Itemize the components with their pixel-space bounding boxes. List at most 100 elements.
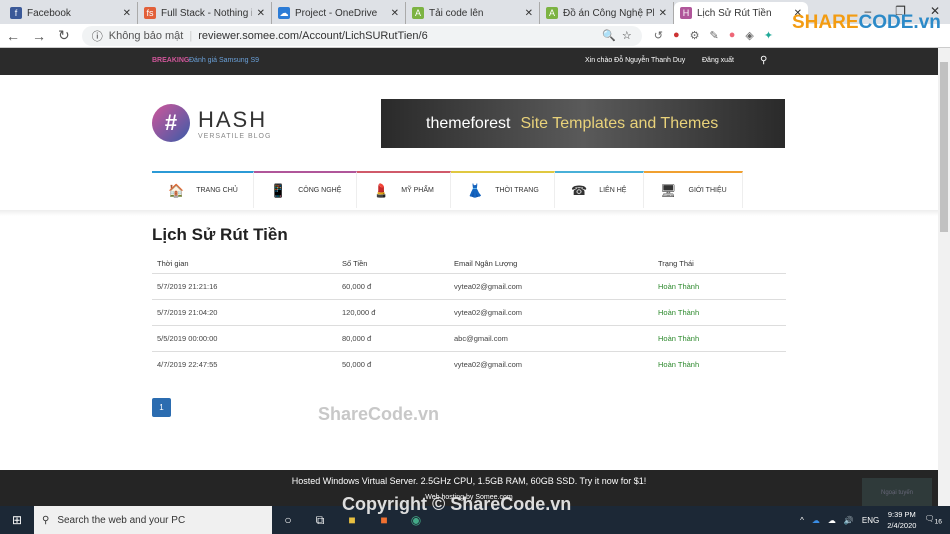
notifications-icon[interactable]: 🗨16 xyxy=(924,514,942,526)
cell-status: Hoàn Thành xyxy=(653,298,786,325)
address-bar[interactable]: ⓘ Không bảo mật | reviewer.somee.com/Acc… xyxy=(81,25,642,46)
scrollbar-thumb[interactable] xyxy=(940,62,948,232)
phone-icon: 📱 xyxy=(270,182,287,198)
lipstick-icon: 💄 xyxy=(373,182,390,198)
browser-tab[interactable]: A Tải code lên ✕ xyxy=(406,2,540,24)
dress-icon: 👗 xyxy=(467,182,484,198)
windows-start-icon[interactable]: ⊞ xyxy=(0,513,34,527)
tab-title: Tải code lên xyxy=(429,7,484,19)
menu-item[interactable]: 🖥 GIỚI THIỆU xyxy=(644,171,743,208)
browser-tab[interactable]: H Lịch Sử Rút Tiền ✕ xyxy=(674,2,808,24)
cell-email: vytea02@gmail.com xyxy=(449,298,653,325)
pagination-page-1[interactable]: 1 xyxy=(152,398,171,417)
extension-icon[interactable]: ● xyxy=(729,29,736,42)
menu-item[interactable]: 👗 THỜI TRANG xyxy=(451,171,555,208)
browser-tab[interactable]: A Đồ án Công Nghệ Phầ ✕ xyxy=(540,2,674,24)
menu-item[interactable]: 💄 MỸ PHẨM xyxy=(357,171,451,208)
browser-tab[interactable]: ☁ Project - OneDrive ✕ xyxy=(272,2,406,24)
close-tab-icon[interactable]: ✕ xyxy=(391,8,399,19)
extension-icon[interactable]: ✦ xyxy=(764,29,773,42)
cell-time: 5/7/2019 21:21:16 xyxy=(152,272,337,299)
monitor-icon: 🖥 xyxy=(660,182,677,198)
sharecode-logo: SHARECODE.vn xyxy=(792,12,941,33)
close-tab-icon[interactable]: ✕ xyxy=(525,8,533,19)
cell-amount: 120,000 đ xyxy=(337,298,449,325)
info-icon[interactable]: ⓘ xyxy=(92,28,103,44)
url-text[interactable]: reviewer.somee.com/Account/LichSURutTien… xyxy=(198,30,596,42)
cell-email: vytea02@gmail.com xyxy=(449,350,653,377)
cell-status: Hoàn Thành xyxy=(653,350,786,377)
clock-time: 9:39 PM xyxy=(887,510,916,519)
task-view-icon[interactable]: ⧉ xyxy=(304,513,336,528)
watermark: ShareCode.vn xyxy=(318,404,440,424)
clock[interactable]: 9:39 PM 2/4/2020 xyxy=(887,509,916,531)
cell-status: Hoàn Thành xyxy=(653,324,786,351)
file-explorer-icon[interactable]: ■ xyxy=(336,513,368,527)
menu-item[interactable]: 📱 CÔNG NGHỆ xyxy=(254,171,357,208)
onedrive-tray-icon[interactable]: ☁ xyxy=(812,516,820,525)
close-tab-icon[interactable]: ✕ xyxy=(659,8,667,19)
cell-time: 5/5/2019 00:00:00 xyxy=(152,324,337,351)
banner-brand: themeforest xyxy=(426,114,511,132)
back-icon[interactable]: ← xyxy=(6,28,20,44)
close-tab-icon[interactable]: ✕ xyxy=(123,8,131,19)
hash-icon: H xyxy=(680,7,692,19)
menu-item-label: LIÊN HỆ xyxy=(599,187,627,194)
user-greeting[interactable]: Xin chào Đỗ Nguyễn Thanh Duy xyxy=(585,57,685,64)
taskbar-search-placeholder: Search the web and your PC xyxy=(57,514,186,526)
header-email: Email Ngân Lượng xyxy=(454,259,518,269)
scrollbar[interactable] xyxy=(938,48,950,506)
menu-item[interactable]: ☎ LIÊN HỆ xyxy=(555,171,644,208)
menu-item-label: CÔNG NGHỆ xyxy=(298,187,342,194)
banner-text: Site Templates and Themes xyxy=(520,114,719,132)
cell-time: 5/7/2019 21:04:20 xyxy=(152,298,337,325)
extension-icon[interactable]: ● xyxy=(673,29,680,42)
header-status: Trạng Thái xyxy=(658,259,694,269)
zoom-icon[interactable]: 🔍 xyxy=(602,29,616,42)
site-logo[interactable]: # HASH VERSATILE BLOG xyxy=(152,104,271,142)
forward-icon[interactable]: → xyxy=(32,28,46,44)
tab-title: Full Stack - Nothing is i xyxy=(161,7,252,19)
sharecode-icon: A xyxy=(412,7,424,19)
volume-icon[interactable]: 🔊 xyxy=(844,516,854,525)
table-row: 5/5/2019 00:00:00 80,000 đ abc@gmail.com Ho… xyxy=(152,324,786,351)
cloud-tray-icon[interactable]: ☁ xyxy=(828,516,836,525)
close-tab-icon[interactable]: ✕ xyxy=(257,8,265,19)
tab-title: Đồ án Công Nghệ Phầ xyxy=(563,7,654,19)
chrome-icon[interactable]: ◉ xyxy=(400,513,432,527)
ad-banner[interactable]: themeforest Site Templates and Themes xyxy=(381,99,785,148)
taskbar-search[interactable]: ⚲ Search the web and your PC xyxy=(34,506,272,534)
header-amount: Số Tiền xyxy=(342,259,368,269)
extension-icon[interactable]: ✎ xyxy=(709,29,718,42)
logo-tagline: VERSATILE BLOG xyxy=(198,132,272,140)
footer-ad[interactable]: Hosted Windows Virtual Server. 2.5GHz CP… xyxy=(0,476,938,486)
tab-title: Project - OneDrive xyxy=(295,7,378,19)
browser-tab[interactable]: f Facebook ✕ xyxy=(4,2,138,24)
menu-item[interactable]: 🏠 TRANG CHỦ xyxy=(152,171,254,208)
search-icon[interactable]: ⚲ xyxy=(760,55,767,66)
clock-date: 2/4/2020 xyxy=(887,521,917,530)
system-tray: ^ ☁ ☁ 🔊 ENG 9:39 PM 2/4/2020 🗨16 xyxy=(800,506,942,534)
language-indicator[interactable]: ENG xyxy=(862,516,879,525)
extension-icon[interactable]: ◈ xyxy=(745,29,753,42)
logout-link[interactable]: Đăng xuất xyxy=(702,57,734,64)
copyright-watermark: Copyright © ShareCode.vn xyxy=(342,494,572,514)
reload-icon[interactable]: ↻ xyxy=(58,27,70,44)
tray-expand-icon[interactable]: ^ xyxy=(800,516,804,525)
menu-shadow xyxy=(0,210,938,216)
bookmark-star-icon[interactable]: ☆ xyxy=(622,29,632,42)
hash-logo-icon: # xyxy=(152,104,190,142)
security-label: Không bảo mật xyxy=(108,29,184,42)
cell-status: Hoàn Thành xyxy=(653,272,786,299)
chat-widget[interactable]: Ngoại tuyến xyxy=(862,478,932,508)
facebook-icon: f xyxy=(10,7,22,19)
xampp-icon[interactable]: ■ xyxy=(368,513,400,527)
main-menu: 🏠 TRANG CHỦ 📱 CÔNG NGHỆ 💄 MỸ PHẨM 👗 THỜI TRANG ☎… xyxy=(152,171,743,208)
cell-amount: 60,000 đ xyxy=(337,272,449,299)
breaking-news-link[interactable]: Đánh giá Samsung S9 xyxy=(189,57,259,64)
history-extension-icon[interactable]: ↺ xyxy=(654,29,663,42)
extension-icon[interactable]: ⚙ xyxy=(690,29,700,42)
cortana-icon[interactable]: ○ xyxy=(272,513,304,527)
fullstack-icon: fs xyxy=(144,7,156,19)
browser-tab[interactable]: fs Full Stack - Nothing is i ✕ xyxy=(138,2,272,24)
